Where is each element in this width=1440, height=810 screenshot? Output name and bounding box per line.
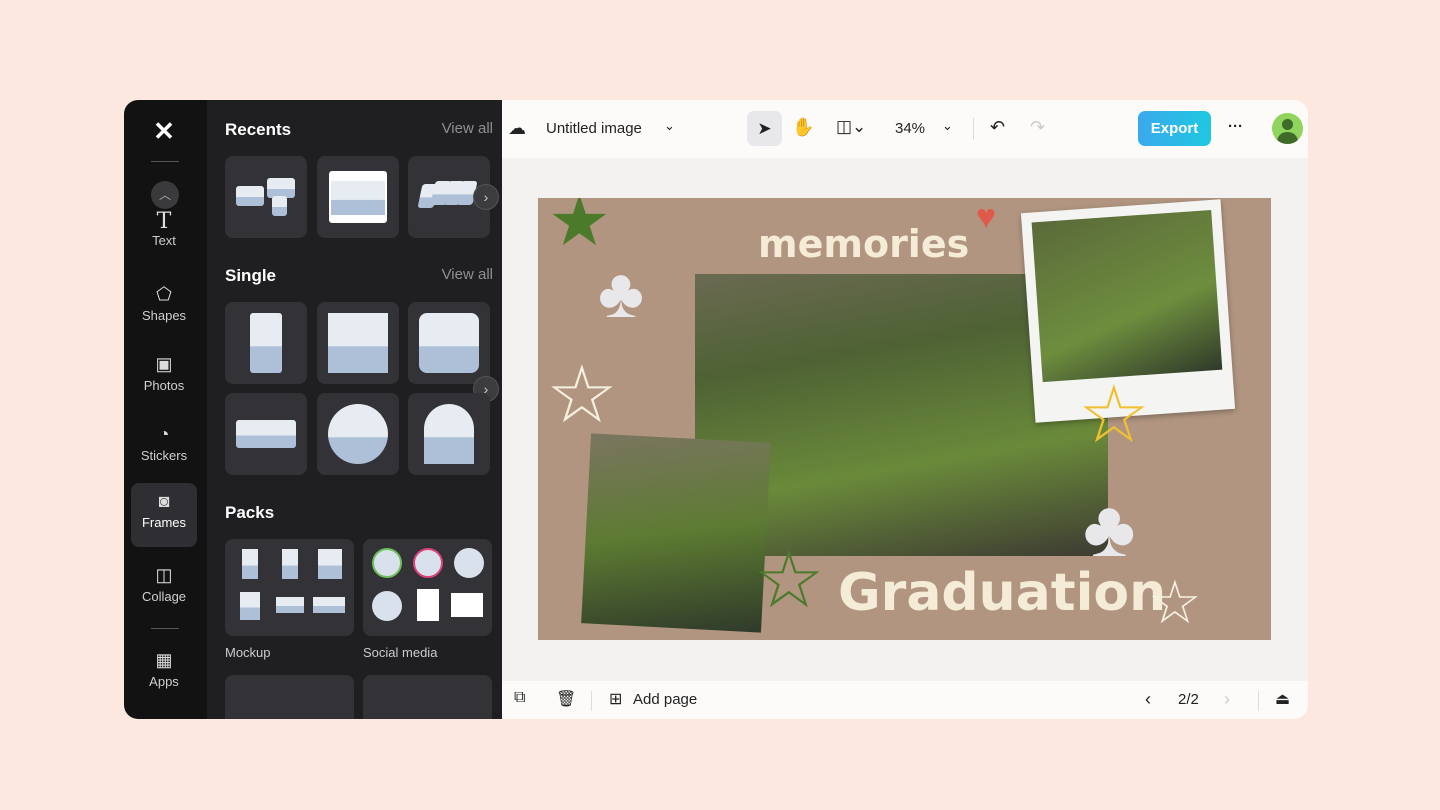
frame-tile-landscape[interactable] [225, 393, 307, 475]
divider [591, 691, 592, 711]
rail-label: Photos [143, 378, 185, 393]
redo-icon[interactable]: ↷ [1030, 117, 1045, 138]
zoom-level[interactable]: 34% [895, 120, 925, 137]
secondary-photo[interactable] [581, 433, 771, 633]
frame-tile-square[interactable] [317, 302, 399, 384]
apps-icon: ▦ [155, 650, 173, 670]
pack-item[interactable] [363, 675, 492, 719]
pack-item[interactable] [225, 675, 354, 719]
memories-text[interactable]: memories [758, 222, 969, 266]
cloud-saved-icon: ☁ [508, 118, 526, 138]
export-button[interactable]: Export [1138, 111, 1211, 146]
delete-page-icon[interactable]: 🗑 [556, 689, 576, 709]
recents-next-button[interactable]: › [473, 184, 499, 210]
rail-label: Apps [149, 674, 179, 689]
rail-item-collage[interactable]: ◫ Collage [131, 557, 197, 621]
hand-tool-icon[interactable]: ✋ [792, 117, 814, 138]
pack-label: Social media [363, 645, 438, 660]
previous-page-icon[interactable]: ‹ [1145, 689, 1151, 710]
user-avatar[interactable] [1272, 113, 1303, 144]
divider [1258, 691, 1259, 711]
select-tool-icon[interactable]: ➤ [747, 111, 782, 146]
left-rail: ✕ ︿ T Text ⬠ Shapes ▣ Photos ◔ Stickers ◙ Fra… [124, 100, 207, 719]
pack-label: Mockup [225, 645, 271, 660]
editor-window: ✕ ︿ T Text ⬠ Shapes ▣ Photos ◔ Stickers ◙ Fra… [124, 100, 1308, 719]
frame-tile-portrait[interactable] [225, 302, 307, 384]
frame-tile-rounded[interactable] [408, 302, 490, 384]
bottom-toolbar: ⧉ 🗑 ⊞ Add page ‹ 2/2 › ⏏ [502, 681, 1308, 719]
rail-item-photos[interactable]: ▣ Photos [131, 346, 197, 410]
packs-heading: Packs [225, 503, 275, 522]
zoom-chevron-down-icon[interactable]: ⌄ [942, 118, 953, 134]
frame-tile-circle[interactable] [317, 393, 399, 475]
frame-tile[interactable] [317, 156, 399, 238]
rail-item-apps[interactable]: ▦ Apps [131, 642, 197, 706]
frames-panel: Recents View all › Single View all › Pac… [207, 100, 502, 719]
duplicate-page-icon[interactable]: ⧉ [514, 689, 525, 707]
rail-item-text[interactable]: T Text [131, 205, 197, 269]
frame-tile[interactable] [225, 156, 307, 238]
clover-sticker-icon[interactable]: ♣ [598, 253, 644, 333]
recents-view-all-link[interactable]: View all [442, 120, 493, 137]
divider [973, 118, 974, 140]
collage-icon: ◫ [155, 565, 173, 585]
pack-mockup[interactable] [225, 539, 354, 636]
rail-label: Frames [141, 515, 187, 530]
top-toolbar: ☁ Untitled image ⌄ ➤ ✋ ◫⌄ 34% ⌄ ↶ ↷ Expo… [502, 100, 1308, 158]
document-title[interactable]: Untitled image [546, 120, 642, 137]
add-page-icon[interactable]: ⊞ [609, 689, 622, 709]
more-options-icon[interactable]: ··· [1228, 118, 1243, 135]
rail-item-shapes[interactable]: ⬠ Shapes [131, 276, 197, 340]
rail-label: Shapes [141, 308, 187, 323]
shapes-icon: ⬠ [156, 284, 172, 304]
frame-tile-arch[interactable] [408, 393, 490, 475]
star-sticker-icon[interactable]: ☆ [753, 533, 825, 626]
add-page-button[interactable]: Add page [633, 691, 697, 708]
star-sticker-icon[interactable]: ☆ [1078, 368, 1150, 461]
next-page-icon[interactable]: › [1224, 689, 1230, 710]
divider [151, 628, 179, 629]
stickers-icon: ◔ [158, 424, 170, 444]
clover-sticker-icon[interactable]: ♣ [1083, 483, 1136, 575]
rail-label: Collage [141, 589, 187, 604]
undo-icon[interactable]: ↶ [990, 117, 1005, 138]
title-chevron-down-icon[interactable]: ⌄ [664, 118, 675, 134]
recents-heading: Recents [225, 120, 292, 139]
rail-item-stickers[interactable]: ◔ Stickers [131, 416, 197, 480]
capcut-logo-icon[interactable]: ✕ [148, 116, 180, 146]
text-icon: T [156, 209, 172, 234]
divider [151, 161, 179, 162]
rail-label: Stickers [140, 448, 188, 463]
rail-item-frames[interactable]: ◙ Frames [131, 483, 197, 547]
pack-social-media[interactable] [363, 539, 492, 636]
page-indicator: 2/2 [1178, 691, 1199, 708]
star-sticker-icon[interactable]: ☆ [546, 348, 618, 441]
frames-icon: ◙ [158, 491, 170, 511]
photos-icon: ▣ [155, 354, 173, 374]
page-manager-icon[interactable]: ⏏ [1275, 689, 1290, 709]
heart-sticker-icon[interactable]: ♥ [976, 198, 996, 237]
single-view-all-link[interactable]: View all [442, 266, 493, 283]
design-canvas[interactable]: memories Graduation ♥ ☆ ☆ ☆ ☆ ★ ♣ ♣ [538, 198, 1271, 640]
single-heading: Single [225, 266, 277, 285]
rail-label: Text [152, 233, 176, 248]
layout-icon[interactable]: ◫⌄ [836, 117, 866, 137]
star-sticker-icon[interactable]: ☆ [1148, 568, 1202, 638]
